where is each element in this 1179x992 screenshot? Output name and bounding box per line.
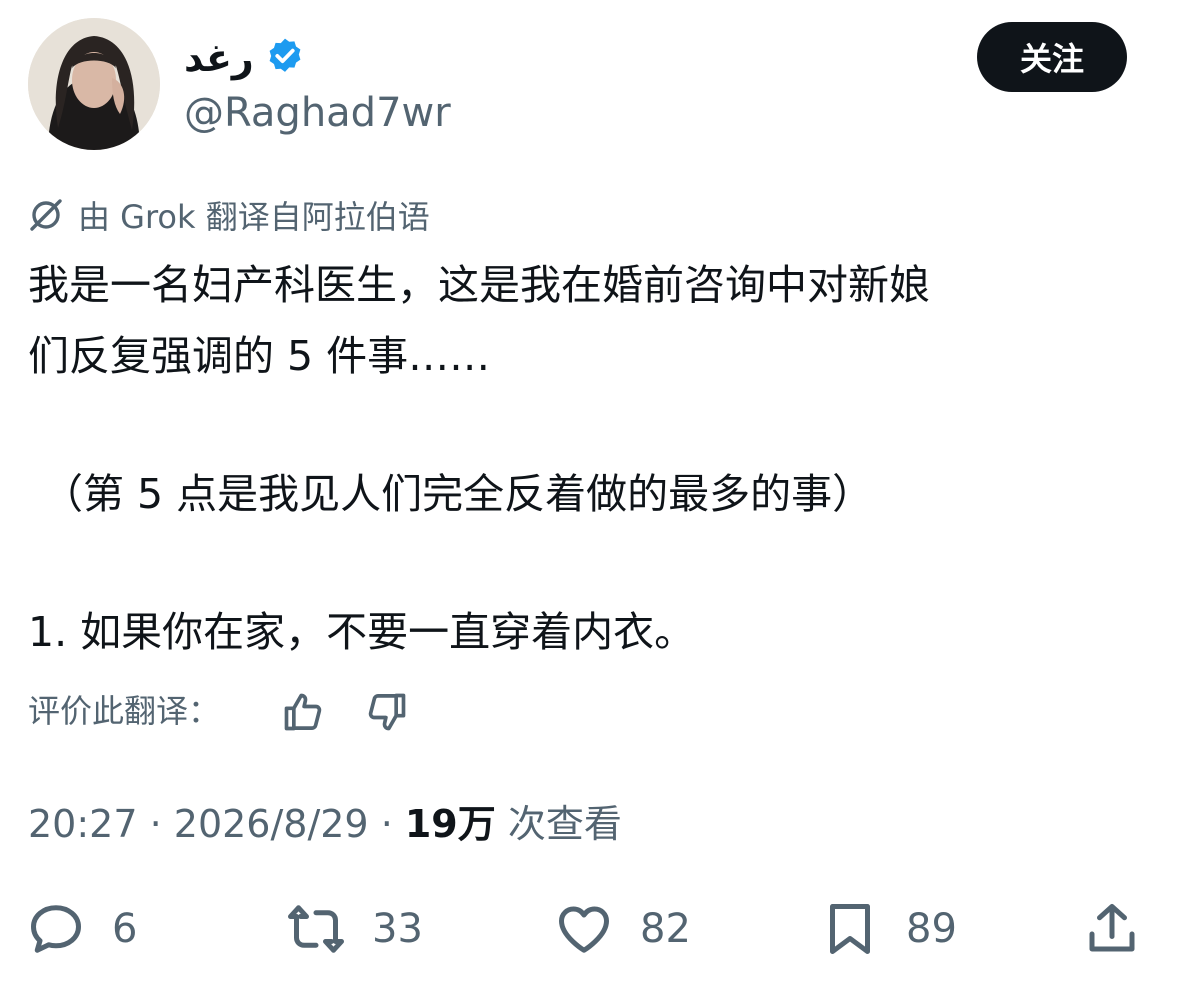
- like-icon: [559, 906, 609, 953]
- bookmark-count: 89: [906, 906, 957, 952]
- tweet-date[interactable]: 2026/8/29: [174, 802, 369, 846]
- meta-separator: ·: [368, 802, 405, 846]
- views-count: 19万: [404, 802, 496, 846]
- tweet-time[interactable]: 20:27: [28, 802, 138, 846]
- thumbs-down-icon[interactable]: [364, 690, 410, 734]
- follow-button[interactable]: 关注: [977, 22, 1127, 92]
- translation-source-label: 由 Grok 翻译自阿拉伯语: [78, 198, 430, 236]
- avatar-image: [28, 18, 160, 150]
- avatar[interactable]: [28, 18, 160, 150]
- tweet-text-line: （第 5 点是我见人们完全反着做的最多的事）: [42, 470, 874, 518]
- reply-icon: [31, 905, 81, 953]
- tweet-text-line: 我是一名妇产科医生，这是我在婚前咨询中对新娘: [28, 261, 930, 309]
- author-handle[interactable]: @Raghad7wr: [184, 88, 451, 138]
- bookmark-button[interactable]: 89: [820, 896, 957, 962]
- meta-separator: ·: [137, 802, 174, 846]
- grok-icon: [30, 199, 62, 231]
- like-count: 82: [640, 906, 691, 952]
- repost-count: 33: [372, 906, 423, 952]
- views-label: 次查看: [495, 802, 622, 846]
- share-button[interactable]: [1082, 896, 1142, 962]
- like-button[interactable]: 82: [554, 896, 691, 962]
- reply-button[interactable]: 6: [26, 896, 137, 962]
- tweet-meta: 20:27 · 2026/8/29 · 19万 次查看: [28, 798, 622, 850]
- tweet-text-line: 们反复强调的 5 件事……: [28, 332, 491, 380]
- reply-count: 6: [112, 906, 138, 952]
- share-icon: [1089, 904, 1135, 952]
- thumbs-up-icon[interactable]: [280, 690, 326, 734]
- tweet-text-line: 1. 如果你在家，不要一直穿着内衣。: [28, 608, 696, 656]
- rate-translation-label: 评价此翻译：: [28, 692, 221, 730]
- repost-icon: [288, 905, 344, 953]
- repost-button[interactable]: 33: [286, 896, 423, 962]
- translation-label-row: 由 Grok 翻译自阿拉伯语: [28, 192, 430, 238]
- bookmark-icon: [830, 904, 870, 954]
- display-name[interactable]: رغد: [184, 34, 254, 82]
- verified-badge-icon: [269, 38, 301, 72]
